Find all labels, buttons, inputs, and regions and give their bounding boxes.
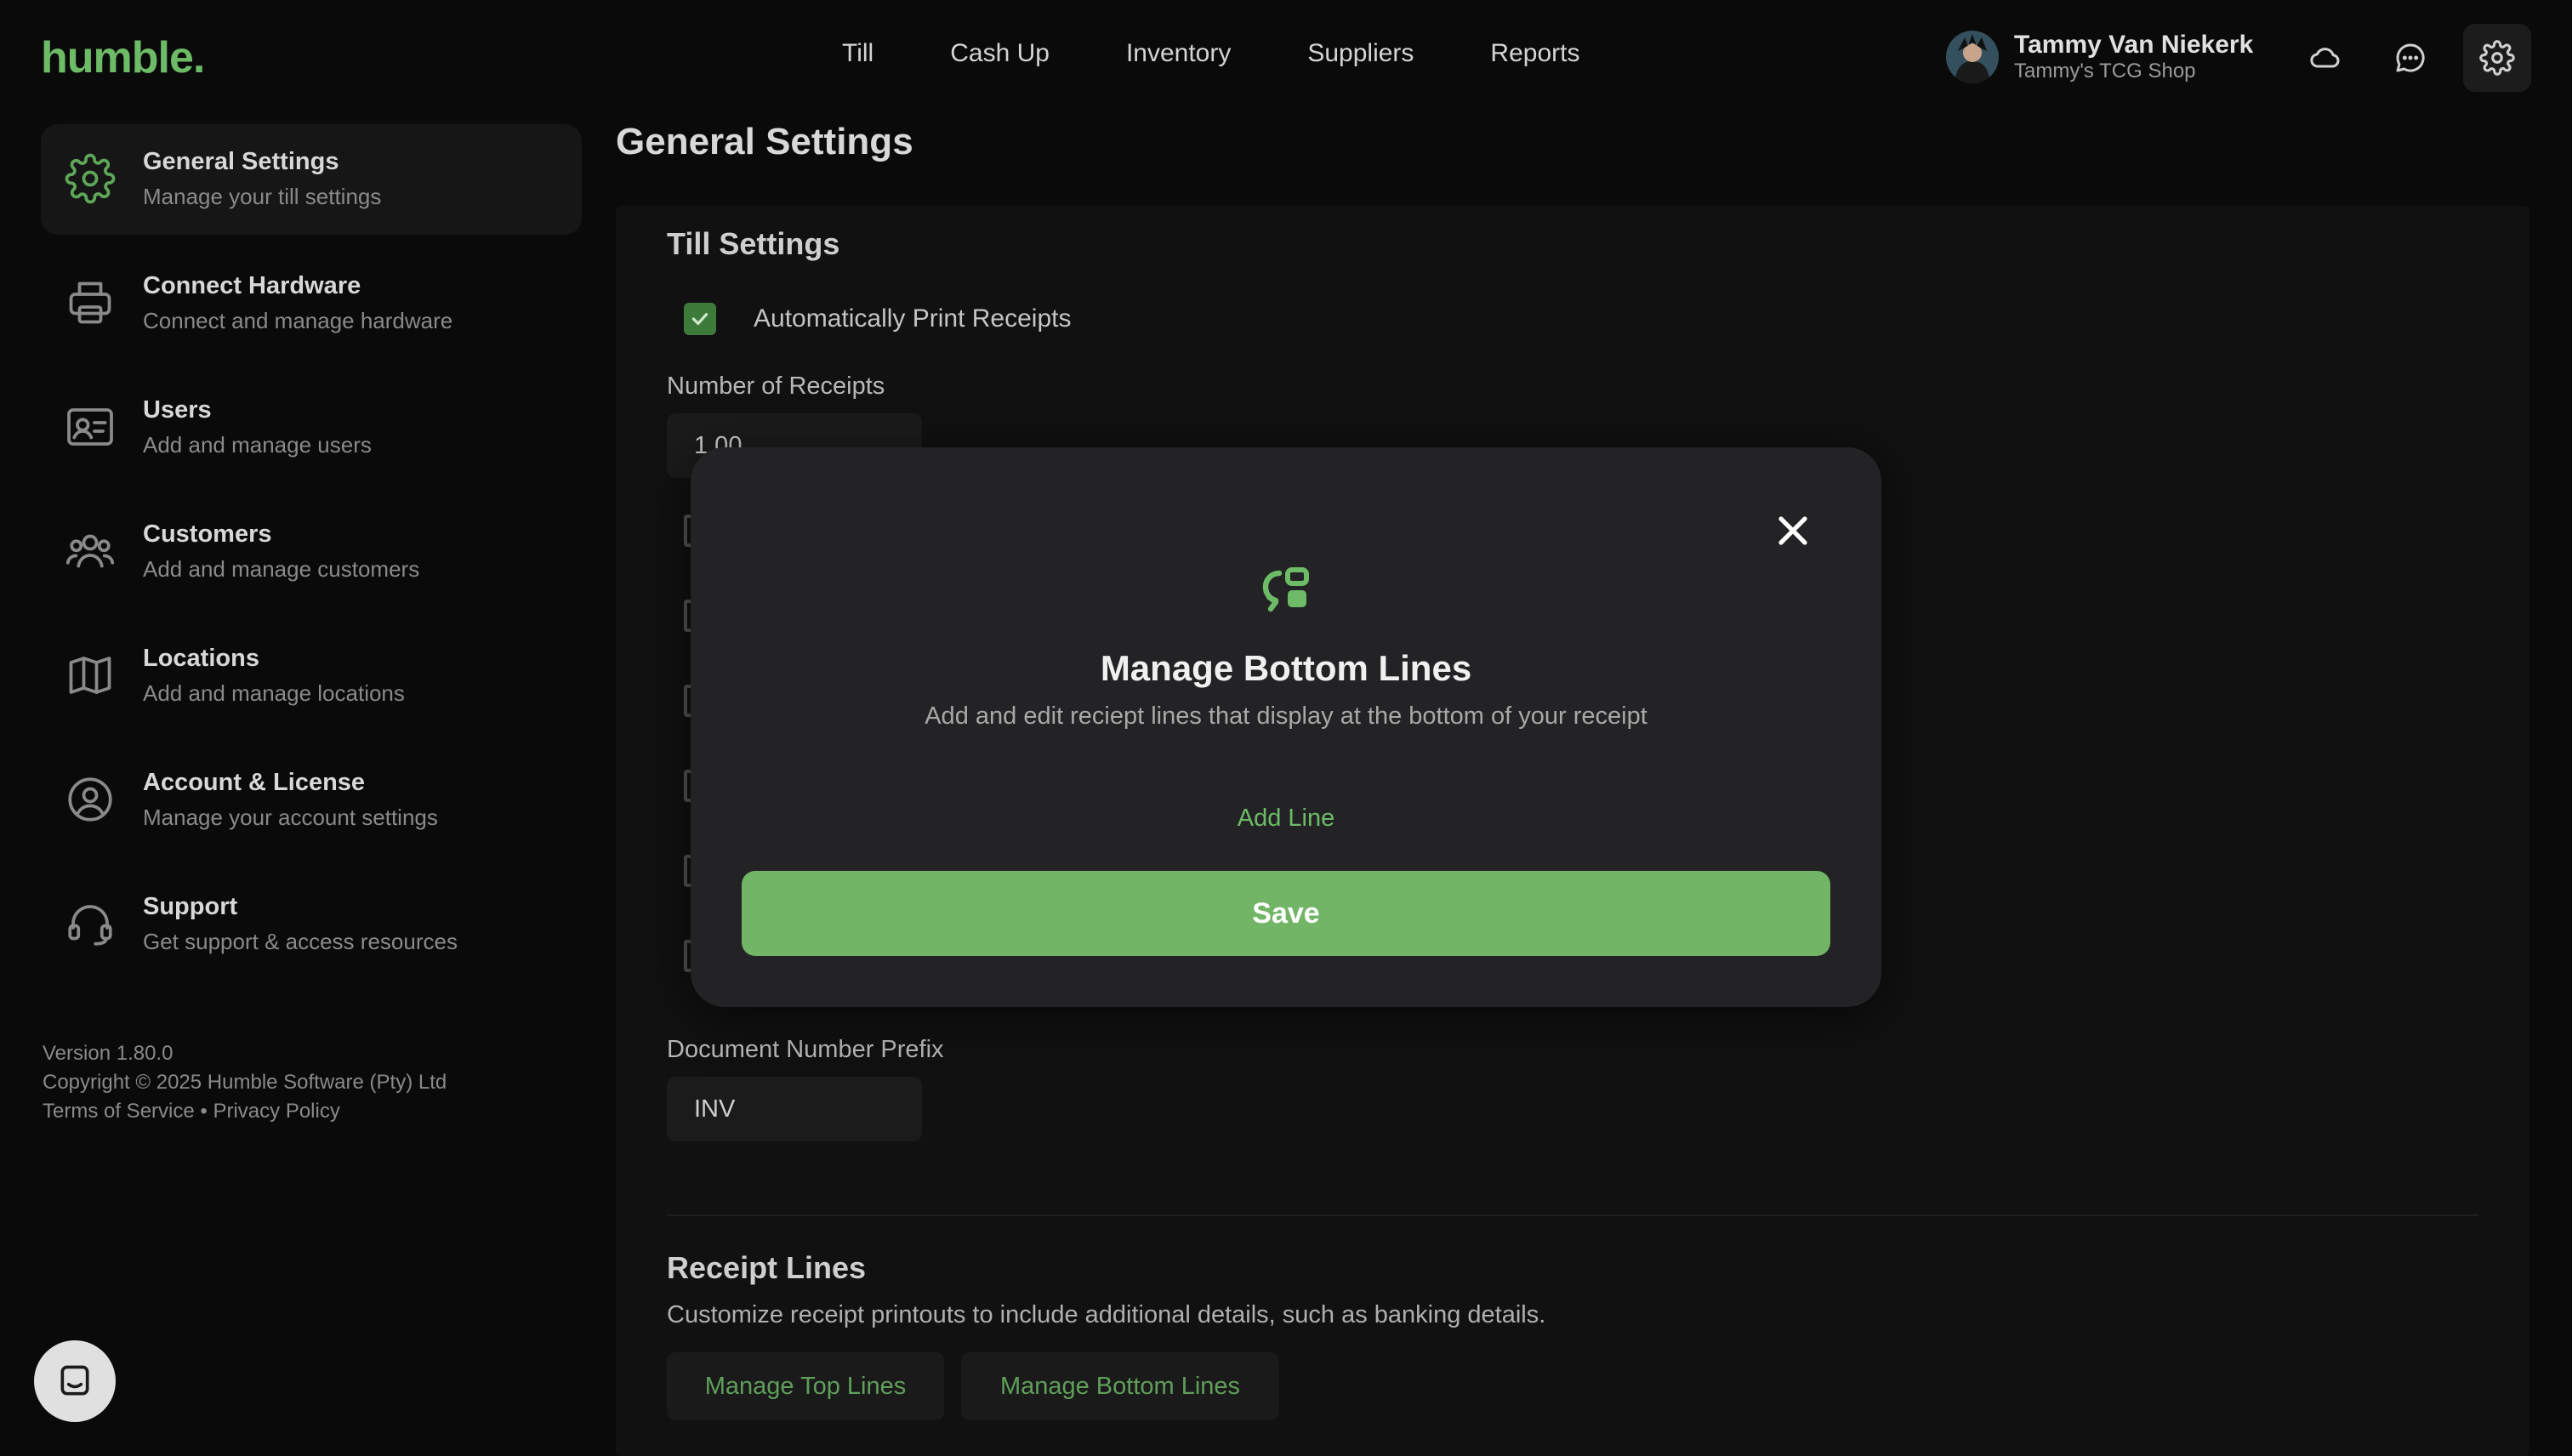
modal-title: Manage Bottom Lines bbox=[1100, 648, 1472, 688]
add-line-button[interactable]: Add Line bbox=[691, 805, 1881, 833]
close-icon[interactable] bbox=[1773, 510, 1813, 551]
swap-blocks-icon bbox=[1252, 556, 1320, 624]
save-button[interactable]: Save bbox=[742, 871, 1830, 956]
modal-description: Add and edit reciept lines that display … bbox=[925, 702, 1647, 730]
manage-bottom-lines-modal: Manage Bottom Lines Add and edit reciept… bbox=[691, 447, 1881, 1007]
